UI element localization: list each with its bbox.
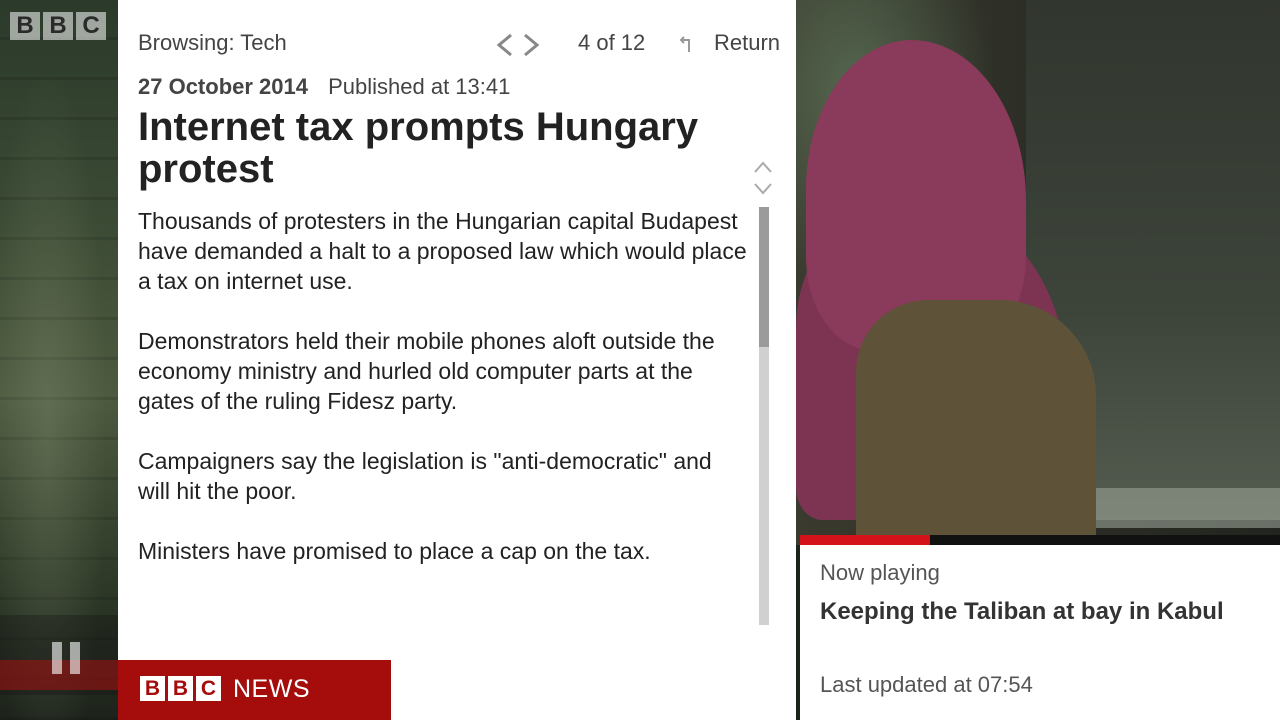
article-panel: Browsing: Tech 4 of 12 Return 27 October…	[118, 0, 796, 720]
now-playing-label: Now playing	[820, 560, 940, 585]
article-body: Thousands of protesters in the Hungarian…	[138, 206, 748, 616]
video-progress-fill	[800, 535, 930, 545]
article-paragraph: Thousands of protesters in the Hungarian…	[138, 208, 747, 294]
article-date: 27 October 2014	[138, 74, 308, 99]
logo-letter: B	[140, 676, 165, 701]
return-arrow-icon[interactable]	[675, 34, 697, 56]
article-pager: 4 of 12	[578, 30, 646, 55]
article-paragraph: Ministers have promised to place a cap o…	[138, 538, 651, 564]
chevron-left-icon[interactable]	[496, 33, 512, 57]
scroll-arrows	[754, 161, 772, 195]
article-toolbar: Browsing: Tech 4 of 12 Return	[138, 30, 780, 60]
background-video-left	[0, 0, 118, 720]
article-dateline: 27 October 2014 Published at 13:41	[138, 74, 510, 100]
article-scrollbar[interactable]	[759, 207, 769, 625]
logo-letter: C	[196, 676, 221, 701]
pause-icon[interactable]	[52, 642, 88, 678]
logo-letter: B	[43, 12, 73, 40]
now-playing-title[interactable]: Keeping the Taliban at bay in Kabul	[820, 598, 1224, 626]
bbc-logo: B B C	[140, 676, 221, 701]
article-paragraph: Campaigners say the legislation is "anti…	[138, 448, 712, 504]
logo-letter: C	[76, 12, 106, 40]
chevron-up-icon[interactable]	[754, 161, 772, 173]
bbc-watermark-logo: B B C	[10, 12, 106, 40]
logo-letter: B	[10, 12, 40, 40]
scrollbar-thumb[interactable]	[759, 207, 769, 347]
logo-letter: B	[168, 676, 193, 701]
return-button[interactable]: Return	[714, 30, 780, 56]
bbc-news-brand: B B C NEWS	[118, 660, 391, 720]
chevron-right-icon[interactable]	[524, 33, 540, 57]
video-progress-bar[interactable]	[800, 535, 1280, 545]
article-headline: Internet tax prompts Hungary protest	[138, 105, 699, 191]
now-playing-card: Now playing Keeping the Taliban at bay i…	[800, 545, 1280, 720]
now-playing-video[interactable]	[796, 0, 1280, 545]
browsing-category: Browsing: Tech	[138, 30, 287, 55]
article-paragraph: Demonstrators held their mobile phones a…	[138, 328, 715, 414]
article-nav-arrows	[496, 33, 540, 57]
chevron-down-icon[interactable]	[754, 183, 772, 195]
news-wordmark: NEWS	[233, 675, 310, 703]
video-figure-body	[856, 300, 1096, 540]
last-updated: Last updated at 07:54	[820, 672, 1033, 697]
published-time: Published at 13:41	[328, 74, 511, 99]
